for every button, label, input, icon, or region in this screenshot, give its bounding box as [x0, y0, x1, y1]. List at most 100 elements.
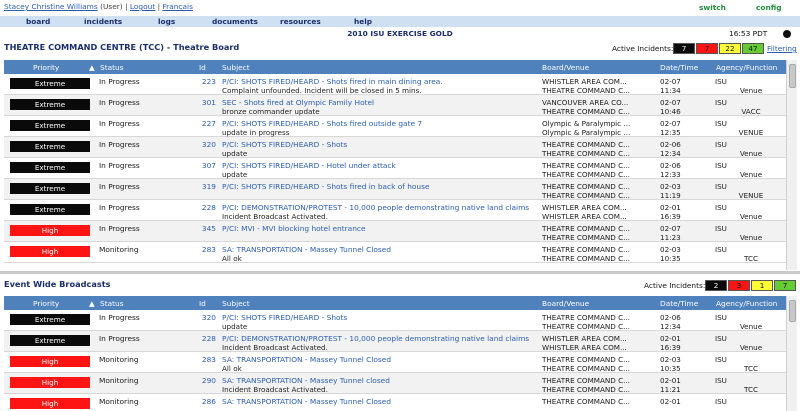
nav-resources[interactable]: resources	[280, 17, 321, 26]
tcc-count-extreme[interactable]: 7	[673, 43, 695, 54]
incident-function: TCC	[743, 254, 758, 263]
col-id[interactable]: Id	[199, 299, 206, 308]
ewb-count-high[interactable]: 3	[728, 280, 750, 291]
incident-id[interactable]: 228	[186, 203, 216, 212]
incident-id[interactable]: 320	[186, 313, 216, 322]
incident-subject-link[interactable]: P/CI: DEMONSTRATION/PROTEST - 10,000 peo…	[222, 203, 529, 212]
incident-subject-link[interactable]: SA: TRANSPORTATION - Massey Tunnel Close…	[222, 245, 391, 254]
tcc-count-high[interactable]: 7	[696, 43, 718, 54]
nav-incidents[interactable]: incidents	[84, 17, 122, 26]
tcc-scrollbar[interactable]	[786, 60, 797, 270]
incident-date: 02-06	[660, 313, 681, 322]
col-priority[interactable]: Priority	[33, 299, 59, 308]
tcc-table-header: Priority ▲ Status Id Subject Board/Venue…	[4, 60, 786, 74]
incident-id[interactable]: 319	[186, 182, 216, 191]
user-name[interactable]: Stacey Christine Williams	[4, 2, 98, 11]
col-status[interactable]: Status	[100, 299, 124, 308]
incident-subject-link[interactable]: P/CI: MVI - MVI blocking hotel entrance	[222, 224, 366, 233]
nav-documents[interactable]: documents	[212, 17, 258, 26]
tcc-count-medium[interactable]: 22	[719, 43, 741, 54]
col-agency[interactable]: Agency/Function	[716, 299, 777, 308]
incident-subject-link[interactable]: P/CI: SHOTS FIRED/HEARD - Shots fired ou…	[222, 119, 422, 128]
col-priority[interactable]: Priority	[33, 63, 59, 72]
incident-subject-link[interactable]: P/CI: DEMONSTRATION/PROTEST - 10,000 peo…	[222, 334, 529, 343]
incident-id[interactable]: 283	[186, 355, 216, 364]
incident-agency: ISU	[715, 334, 727, 343]
sort-asc-icon[interactable]: ▲	[89, 299, 95, 308]
incident-row[interactable]: Extreme In Progress 223 P/CI: SHOTS FIRED/H…	[4, 74, 786, 95]
col-id[interactable]: Id	[199, 63, 206, 72]
tcc-scroll-thumb[interactable]	[789, 64, 796, 88]
incident-subject-link[interactable]: SA: TRANSPORTATION - Massey Tunnel Close…	[222, 355, 391, 364]
incident-subject-link[interactable]: P/CI: SHOTS FIRED/HEARD - Shots	[222, 140, 347, 149]
incident-id[interactable]: 223	[186, 77, 216, 86]
ewb-count-extreme[interactable]: 2	[705, 280, 727, 291]
incident-subject-link[interactable]: SEC - Shots fired at Olympic Family Hote…	[222, 98, 374, 107]
incident-function: Venue	[739, 149, 763, 158]
logout-link[interactable]: Logout	[130, 2, 155, 11]
incident-row[interactable]: Extreme In Progress 228 P/CI: DEMONSTRATION…	[4, 200, 786, 221]
incident-row[interactable]: Extreme In Progress 227 P/CI: SHOTS FIRED/H…	[4, 116, 786, 137]
venue-board: WHISTLER AREA COM...	[542, 203, 627, 212]
priority-badge: Extreme	[10, 314, 90, 325]
ewb-count-medium[interactable]: 1	[751, 280, 773, 291]
col-subject[interactable]: Subject	[222, 63, 250, 72]
incident-time: 10:46	[660, 107, 681, 116]
nav-help[interactable]: help	[354, 17, 372, 26]
incident-subject-link[interactable]: P/CI: SHOTS FIRED/HEARD - Shots	[222, 313, 347, 322]
col-venue[interactable]: Board/Venue	[542, 299, 589, 308]
incident-id[interactable]: 301	[186, 98, 216, 107]
incident-status: In Progress	[99, 182, 140, 191]
incident-date: 02-01	[660, 397, 681, 406]
col-datetime[interactable]: Date/Time	[660, 63, 698, 72]
incident-subject-link[interactable]: P/CI: SHOTS FIRED/HEARD - Shots fired in…	[222, 77, 443, 86]
incident-id[interactable]: 320	[186, 140, 216, 149]
incident-id[interactable]: 227	[186, 119, 216, 128]
col-venue[interactable]: Board/Venue	[542, 63, 589, 72]
incident-date: 02-06	[660, 161, 681, 170]
switch-link[interactable]: switch	[699, 3, 726, 12]
col-agency[interactable]: Agency/Function	[716, 63, 777, 72]
incident-row[interactable]: Extreme In Progress 319 P/CI: SHOTS FIRED/H…	[4, 179, 786, 200]
incident-row[interactable]: High In Progress 345 P/CI: MVI - MVI blocki…	[4, 221, 786, 242]
incident-row[interactable]: Extreme In Progress 320 P/CI: SHOTS FIRED/H…	[4, 310, 786, 331]
col-datetime[interactable]: Date/Time	[660, 299, 698, 308]
incident-id[interactable]: 290	[186, 376, 216, 385]
incident-row[interactable]: High Monitoring 283 SA: TRANSPORTATION - Ma…	[4, 242, 786, 263]
incident-id[interactable]: 283	[186, 245, 216, 254]
incident-row[interactable]: High Monitoring 290 SA: TRANSPORTATION - Ma…	[4, 373, 786, 394]
incident-id[interactable]: 307	[186, 161, 216, 170]
tcc-count-low[interactable]: 47	[742, 43, 764, 54]
ewb-count-low[interactable]: 7	[774, 280, 796, 291]
ewb-scroll-thumb[interactable]	[789, 300, 796, 322]
incident-agency: ISU	[715, 397, 727, 406]
venue-location: THEATRE COMMAND C...	[542, 107, 630, 116]
incident-row[interactable]: Extreme In Progress 307 P/CI: SHOTS FIRED/H…	[4, 158, 786, 179]
nav-logs[interactable]: logs	[158, 17, 175, 26]
col-subject[interactable]: Subject	[222, 299, 250, 308]
incident-row[interactable]: Extreme In Progress 320 P/CI: SHOTS FIRED/H…	[4, 137, 786, 158]
ewb-scrollbar[interactable]	[786, 296, 797, 411]
incident-row[interactable]: Extreme In Progress 301 SEC - Shots fired a…	[4, 95, 786, 116]
incident-time: 12:33	[660, 170, 681, 179]
incident-id[interactable]: 345	[186, 224, 216, 233]
incident-function: Venue	[739, 86, 763, 95]
sort-asc-icon[interactable]: ▲	[89, 63, 95, 72]
incident-id[interactable]: 228	[186, 334, 216, 343]
incident-subject-link[interactable]: SA: TRANSPORTATION - Massey Tunnel Close…	[222, 397, 391, 406]
incident-row[interactable]: High Monitoring 283 SA: TRANSPORTATION - Ma…	[4, 352, 786, 373]
ewb-active-incidents-label: Active Incidents:	[644, 281, 706, 290]
config-link[interactable]: config	[756, 3, 782, 12]
nav-board[interactable]: board	[26, 17, 50, 26]
incident-row[interactable]: Extreme In Progress 228 P/CI: DEMONSTRATION…	[4, 331, 786, 352]
incident-subject-link[interactable]: SA: TRANSPORTATION - Massey Tunnel close…	[222, 376, 390, 385]
incident-id[interactable]: 286	[186, 397, 216, 406]
incident-subject-link[interactable]: P/CI: SHOTS FIRED/HEARD - Shots fired in…	[222, 182, 430, 191]
incident-row[interactable]: High Monitoring 286 SA: TRANSPORTATION - Ma…	[4, 394, 786, 411]
filtering-link[interactable]: Filtering	[767, 44, 797, 53]
incident-update: Incident Broadcast Activated.	[222, 343, 328, 352]
incident-subject-link[interactable]: P/CI: SHOTS FIRED/HEARD - Hotel under at…	[222, 161, 396, 170]
col-status[interactable]: Status	[100, 63, 124, 72]
priority-badge: Extreme	[10, 204, 90, 215]
francais-link[interactable]: Français	[162, 2, 192, 11]
